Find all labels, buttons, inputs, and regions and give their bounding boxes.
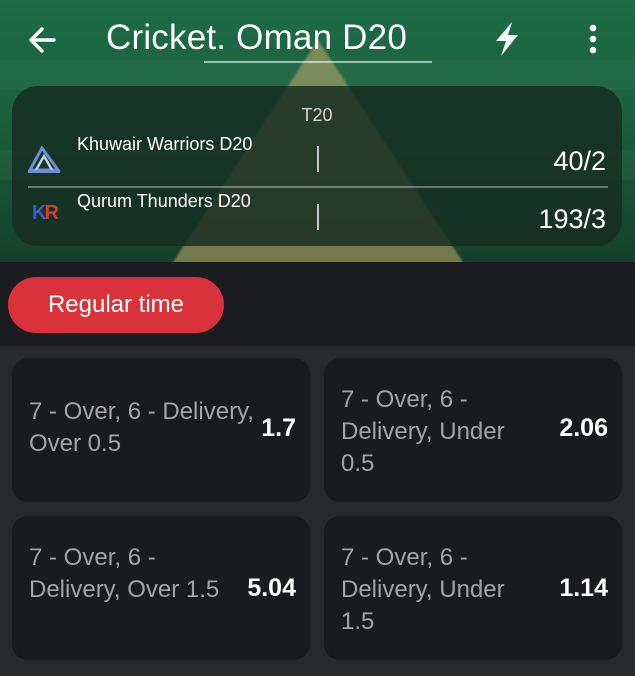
live-button[interactable] xyxy=(490,20,524,58)
top-bar: Cricket. Oman D20 xyxy=(0,0,635,80)
market-cell[interactable]: 7 - Over, 6 - Delivery, Over 1.5 5.04 xyxy=(12,516,310,660)
score-divider xyxy=(317,146,319,172)
title-underline xyxy=(204,61,432,63)
market-cell[interactable]: 7 - Over, 6 - Delivery, Under 1.5 1.14 xyxy=(324,516,622,660)
market-cell[interactable]: 7 - Over, 6 - Delivery, Under 0.5 2.06 xyxy=(324,358,622,502)
market-label: 7 - Over, 6 - Delivery, Over 1.5 xyxy=(29,544,220,603)
team-separator xyxy=(28,186,608,188)
market-cell[interactable]: 7 - Over, 6 - Delivery, Over 0.5 1.7 xyxy=(12,358,310,502)
arrow-left-icon xyxy=(29,27,56,53)
triangle-logo-icon xyxy=(27,145,61,173)
more-vertical-icon xyxy=(589,24,597,54)
market-odds: 2.06 xyxy=(559,414,608,442)
team-2-name: Qurum Thunders D20 xyxy=(77,191,251,211)
team-1-name: Khuwair Warriors D20 xyxy=(77,134,253,154)
market-odds: 1.14 xyxy=(559,574,608,602)
team-2-score: 193/3 xyxy=(538,204,606,234)
market-label: 7 - Over, 6 - Delivery, Under 0.5 xyxy=(341,386,505,477)
team-1-logo xyxy=(26,144,62,174)
kr-logo-icon: KR xyxy=(32,202,59,224)
lightning-bolt-icon xyxy=(496,22,518,56)
page-title: Cricket. Oman D20 xyxy=(106,18,407,57)
back-button[interactable] xyxy=(24,20,64,60)
match-format: T20 xyxy=(301,105,333,125)
score-divider xyxy=(317,204,319,230)
market-odds: 1.7 xyxy=(261,414,296,442)
tab-regular-time[interactable]: Regular time xyxy=(8,277,224,333)
more-button[interactable] xyxy=(582,20,604,58)
team-1-score: 40/2 xyxy=(553,146,606,176)
market-label: 7 - Over, 6 - Delivery, Under 1.5 xyxy=(341,544,505,635)
market-odds: 5.04 xyxy=(247,574,296,602)
scoreboard-card[interactable]: T20 Khuwair Warriors D20 40/2 KR Qurum T… xyxy=(12,86,622,246)
market-label: 7 - Over, 6 - Delivery, Over 0.5 xyxy=(29,398,254,457)
